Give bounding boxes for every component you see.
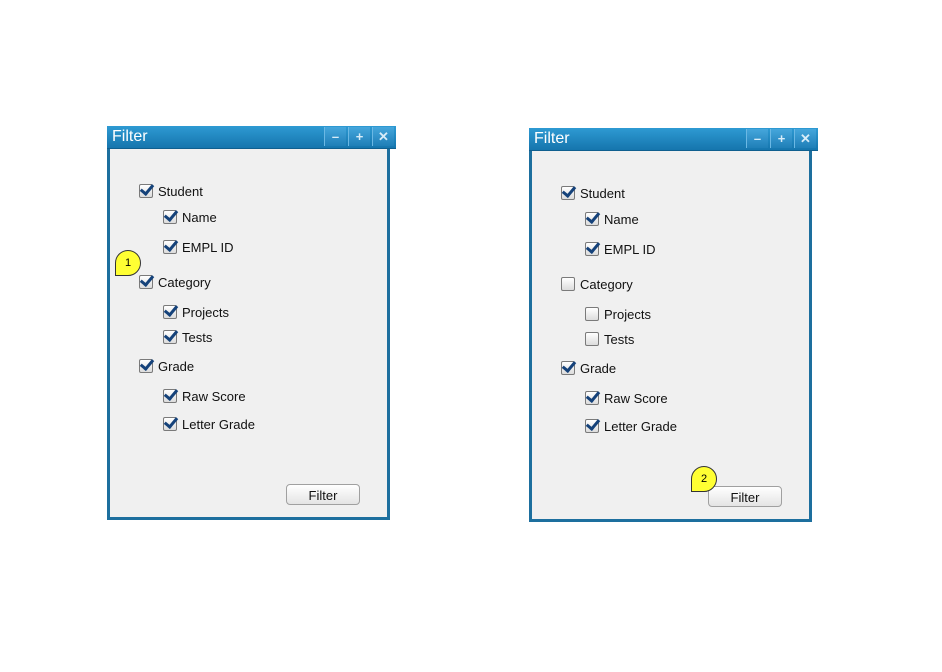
checkbox-label: Letter Grade — [182, 416, 255, 432]
minimize-icon[interactable]: – — [746, 129, 768, 148]
checkbox-box[interactable] — [163, 389, 177, 403]
checkbox-letter-grade[interactable]: Letter Grade — [585, 417, 677, 435]
checkbox-category[interactable]: Category — [561, 275, 633, 293]
maximize-icon[interactable]: + — [348, 127, 370, 146]
checkbox-label: Student — [580, 185, 625, 201]
checkbox-tests[interactable]: Tests — [585, 330, 634, 348]
checkbox-letter-grade[interactable]: Letter Grade — [163, 415, 255, 433]
window-title: Filter — [534, 130, 570, 147]
checkbox-empl-id[interactable]: EMPL ID — [585, 240, 656, 258]
minimize-icon[interactable]: – — [324, 127, 346, 146]
checkbox-box[interactable] — [585, 391, 599, 405]
checkbox-label: Name — [604, 211, 639, 227]
checkbox-box[interactable] — [163, 305, 177, 319]
checkbox-raw-score[interactable]: Raw Score — [163, 387, 246, 405]
checkbox-box[interactable] — [163, 210, 177, 224]
checkbox-box[interactable] — [585, 419, 599, 433]
checkbox-label: Tests — [604, 331, 635, 347]
window-titlebar[interactable]: Filter – + ✕ — [529, 128, 818, 151]
window-title: Filter — [112, 128, 148, 145]
checkbox-name[interactable]: Name — [585, 210, 639, 228]
filter-button[interactable]: Filter — [286, 484, 360, 505]
checkbox-label: EMPL ID — [604, 241, 656, 257]
checkbox-box[interactable] — [585, 212, 599, 226]
filter-window-before: Filter – + ✕ Student Name EMPL ID Catego… — [107, 126, 396, 520]
checkbox-student[interactable]: Student — [561, 184, 625, 202]
checkbox-box[interactable] — [585, 332, 599, 346]
checkbox-box[interactable] — [561, 186, 575, 200]
checkbox-box[interactable] — [163, 330, 177, 344]
checkbox-label: Raw Score — [604, 390, 668, 406]
checkbox-box[interactable] — [163, 240, 177, 254]
checkbox-label: Category — [158, 274, 211, 290]
checkbox-projects[interactable]: Projects — [585, 305, 651, 323]
checkbox-box[interactable] — [163, 417, 177, 431]
checkbox-box[interactable] — [585, 242, 599, 256]
checkbox-box[interactable] — [561, 361, 575, 375]
close-icon[interactable]: ✕ — [372, 127, 394, 146]
checkbox-box[interactable] — [139, 184, 153, 198]
checkbox-label: Student — [158, 183, 203, 199]
annotation-callout-1: 1 — [115, 250, 141, 276]
checkbox-label: Projects — [604, 306, 651, 322]
close-icon[interactable]: ✕ — [794, 129, 816, 148]
checkbox-empl-id[interactable]: EMPL ID — [163, 238, 234, 256]
filter-button[interactable]: Filter — [708, 486, 782, 507]
filter-window-after: Filter – + ✕ Student Name EMPL ID Catego… — [529, 128, 818, 522]
checkbox-raw-score[interactable]: Raw Score — [585, 389, 668, 407]
checkbox-name[interactable]: Name — [163, 208, 217, 226]
checkbox-label: Projects — [182, 304, 229, 320]
checkbox-box[interactable] — [585, 307, 599, 321]
checkbox-label: Grade — [580, 360, 617, 376]
checkbox-label: Category — [580, 276, 633, 292]
checkbox-grade[interactable]: Grade — [561, 359, 616, 377]
checkbox-label: Tests — [182, 329, 213, 345]
checkbox-label: Letter Grade — [604, 418, 677, 434]
window-titlebar[interactable]: Filter – + ✕ — [107, 126, 396, 149]
checkbox-label: Name — [182, 209, 217, 225]
maximize-icon[interactable]: + — [770, 129, 792, 148]
checkbox-box[interactable] — [139, 359, 153, 373]
checkbox-student[interactable]: Student — [139, 182, 203, 200]
checkbox-label: Grade — [158, 358, 195, 374]
checkbox-projects[interactable]: Projects — [163, 303, 229, 321]
checkbox-box[interactable] — [561, 277, 575, 291]
checkbox-category[interactable]: Category — [139, 273, 211, 291]
callout-number: 2 — [700, 473, 708, 485]
checkbox-box[interactable] — [139, 275, 153, 289]
checkbox-label: Raw Score — [182, 388, 246, 404]
checkbox-label: EMPL ID — [182, 239, 234, 255]
checkbox-tests[interactable]: Tests — [163, 328, 212, 346]
annotation-callout-2: 2 — [691, 466, 717, 492]
checkbox-grade[interactable]: Grade — [139, 357, 194, 375]
callout-number: 1 — [124, 257, 132, 269]
